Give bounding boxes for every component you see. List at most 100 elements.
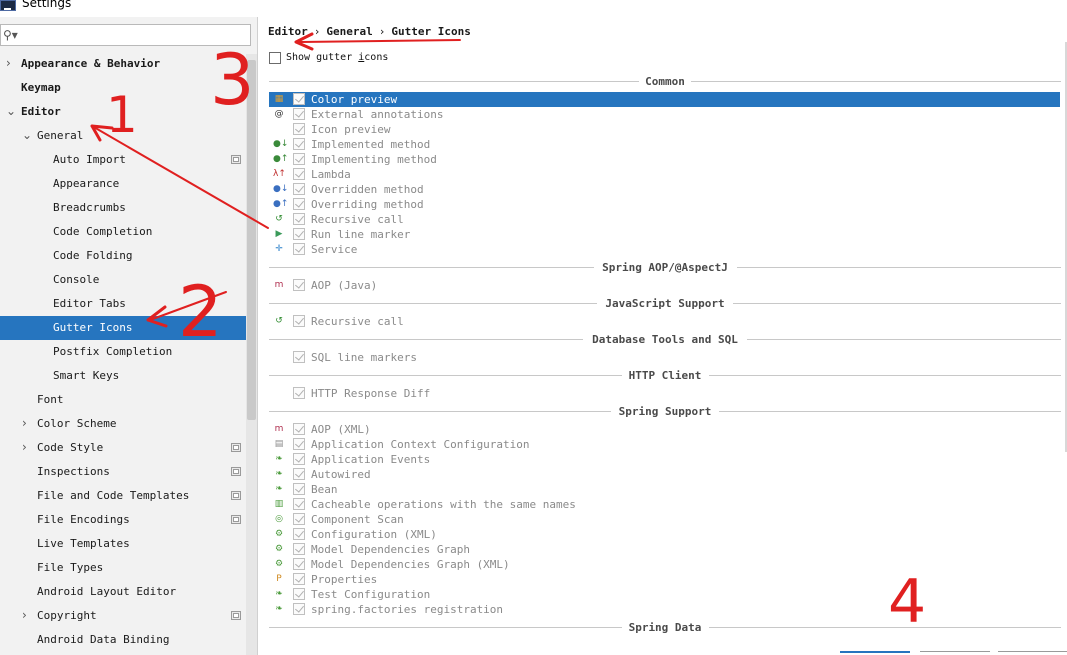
gutter-icon-checkbox[interactable] [293, 108, 305, 120]
tree-item-appearance[interactable]: Appearance [0, 172, 257, 196]
gutter-icon-row[interactable]: P Properties [269, 572, 1060, 587]
gutter-icon-row[interactable]: Icon preview [269, 122, 1060, 137]
tree-item-smart-keys[interactable]: Smart Keys [0, 364, 257, 388]
chevron-right-icon[interactable]: › [6, 56, 18, 70]
show-gutter-icons-label[interactable]: Show gutter icons [286, 52, 388, 63]
tree-item-auto-import[interactable]: Auto Import [0, 148, 257, 172]
show-gutter-icons-checkbox[interactable] [269, 52, 281, 64]
gutter-icon-row[interactable]: ⚙ Model Dependencies Graph (XML) [269, 557, 1060, 572]
gutter-icon-row[interactable]: m AOP (Java) [269, 278, 1060, 293]
gutter-icon-checkbox[interactable] [293, 558, 305, 570]
tree-item-inspections[interactable]: Inspections [0, 460, 257, 484]
gutter-icon-checkbox[interactable] [293, 528, 305, 540]
tree-item-code-style[interactable]: › Code Style [0, 436, 257, 460]
gutter-icon-checkbox[interactable] [293, 138, 305, 150]
gutter-icon-checkbox[interactable] [293, 543, 305, 555]
tree-item-code-folding[interactable]: Code Folding [0, 244, 257, 268]
tree-scrollbar[interactable] [246, 54, 257, 655]
gutter-icon-row[interactable]: SQL line markers [269, 350, 1060, 365]
gutter-icon-checkbox[interactable] [293, 468, 305, 480]
ok-button[interactable] [840, 651, 910, 655]
chevron-right-icon[interactable]: › [22, 440, 34, 454]
gutter-icon-row[interactable]: ⚙ Configuration (XML) [269, 527, 1060, 542]
gutter-icon-row[interactable]: ▶ Run line marker [269, 227, 1060, 242]
gutter-icon-row[interactable]: ❧ spring.factories registration [269, 602, 1060, 617]
tree-item-code-completion[interactable]: Code Completion [0, 220, 257, 244]
gutter-icon-row[interactable]: ▦ Color preview [269, 92, 1060, 107]
tree-item-keymap[interactable]: Keymap [0, 76, 257, 100]
gutter-icon-row[interactable]: HTTP Response Diff [269, 386, 1060, 401]
gutter-icon-checkbox[interactable] [293, 603, 305, 615]
chevron-down-icon[interactable]: ⌄ [6, 104, 18, 118]
tree-item-file-types[interactable]: File Types [0, 556, 257, 580]
tree-item-editor-tabs[interactable]: Editor Tabs [0, 292, 257, 316]
gutter-icon-row[interactable]: λ↑ Lambda [269, 167, 1060, 182]
gutter-icon-row[interactable]: ▤ Application Context Configuration [269, 437, 1060, 452]
search-icon[interactable]: ⚲▾ [3, 28, 21, 42]
chevron-right-icon[interactable]: › [22, 416, 34, 430]
tree-item-font[interactable]: Font [0, 388, 257, 412]
gutter-icon-label: Recursive call [311, 315, 404, 328]
gutter-icon-row[interactable]: ❧ Test Configuration [269, 587, 1060, 602]
tree-item-file-and-code-templates[interactable]: File and Code Templates [0, 484, 257, 508]
chevron-down-icon[interactable]: ⌄ [22, 128, 34, 142]
gutter-icon-row[interactable]: ❧ Bean [269, 482, 1060, 497]
gutter-icon-checkbox[interactable] [293, 213, 305, 225]
gutter-icon-checkbox[interactable] [293, 198, 305, 210]
tree-item-editor[interactable]: ⌄ Editor [0, 100, 257, 124]
gutter-icon-checkbox[interactable] [293, 243, 305, 255]
gutter-icon-row[interactable]: ↺ Recursive call [269, 314, 1060, 329]
gutter-icon-row[interactable]: ●↑ Overriding method [269, 197, 1060, 212]
gutter-icon-row[interactable]: ◎ Component Scan [269, 512, 1060, 527]
gutter-icon-row[interactable]: @ External annotations [269, 107, 1060, 122]
gutter-icon-checkbox[interactable] [293, 483, 305, 495]
tree-scroll-thumb[interactable] [247, 60, 256, 420]
cancel-button[interactable] [920, 651, 990, 655]
gutter-icon-checkbox[interactable] [293, 498, 305, 510]
search-input[interactable] [23, 27, 243, 43]
gutter-icon-row[interactable]: ⚙ Model Dependencies Graph [269, 542, 1060, 557]
breadcrumb-separator: › [378, 25, 386, 38]
gutter-icon-row[interactable]: ↺ Recursive call [269, 212, 1060, 227]
gutter-icon-checkbox[interactable] [293, 387, 305, 399]
gutter-icon-checkbox[interactable] [293, 351, 305, 363]
tree-item-file-encodings[interactable]: File Encodings [0, 508, 257, 532]
tree-item-android-data-binding[interactable]: Android Data Binding [0, 628, 257, 652]
configuration-xml-icon: ⚙ [274, 529, 284, 539]
search-box[interactable]: ⚲▾ [0, 24, 251, 46]
gutter-icon-row[interactable]: ●↓ Overridden method [269, 182, 1060, 197]
gutter-icon-checkbox[interactable] [293, 123, 305, 135]
tree-item-gutter-icons[interactable]: Gutter Icons [0, 316, 257, 340]
tree-item-copyright[interactable]: › Copyright [0, 604, 257, 628]
gutter-icon-row[interactable]: ❧ Autowired [269, 467, 1060, 482]
gutter-icon-checkbox[interactable] [293, 168, 305, 180]
apply-button[interactable] [998, 651, 1067, 655]
tree-item-android-layout-editor[interactable]: Android Layout Editor [0, 580, 257, 604]
gutter-icon-row[interactable]: ●↓ Implemented method [269, 137, 1060, 152]
tree-item-console[interactable]: Console [0, 268, 257, 292]
tree-item-appearance-behavior[interactable]: › Appearance & Behavior [0, 52, 257, 76]
tree-item-general[interactable]: ⌄ General [0, 124, 257, 148]
tree-item-postfix-completion[interactable]: Postfix Completion [0, 340, 257, 364]
gutter-icon-checkbox[interactable] [293, 588, 305, 600]
gutter-icon-checkbox[interactable] [293, 423, 305, 435]
gutter-icon-row[interactable]: ▥ Cacheable operations with the same name… [269, 497, 1060, 512]
tree-item-color-scheme[interactable]: › Color Scheme [0, 412, 257, 436]
gutter-icon-row[interactable]: m AOP (XML) [269, 422, 1060, 437]
tree-item-live-templates[interactable]: Live Templates [0, 532, 257, 556]
gutter-icon-checkbox[interactable] [293, 453, 305, 465]
gutter-icon-checkbox[interactable] [293, 228, 305, 240]
tree-item-breadcrumbs[interactable]: Breadcrumbs [0, 196, 257, 220]
gutter-icon-row[interactable]: ❧ Application Events [269, 452, 1060, 467]
gutter-icon-checkbox[interactable] [293, 315, 305, 327]
gutter-icon-row[interactable]: ✛ Service [269, 242, 1060, 257]
gutter-icon-checkbox[interactable] [293, 153, 305, 165]
gutter-icon-checkbox[interactable] [293, 183, 305, 195]
gutter-icon-checkbox[interactable] [293, 438, 305, 450]
gutter-icon-row[interactable]: ●↑ Implementing method [269, 152, 1060, 167]
gutter-icon-checkbox[interactable] [293, 93, 305, 105]
gutter-icon-checkbox[interactable] [293, 573, 305, 585]
chevron-right-icon[interactable]: › [22, 608, 34, 622]
gutter-icon-checkbox[interactable] [293, 513, 305, 525]
gutter-icon-checkbox[interactable] [293, 279, 305, 291]
